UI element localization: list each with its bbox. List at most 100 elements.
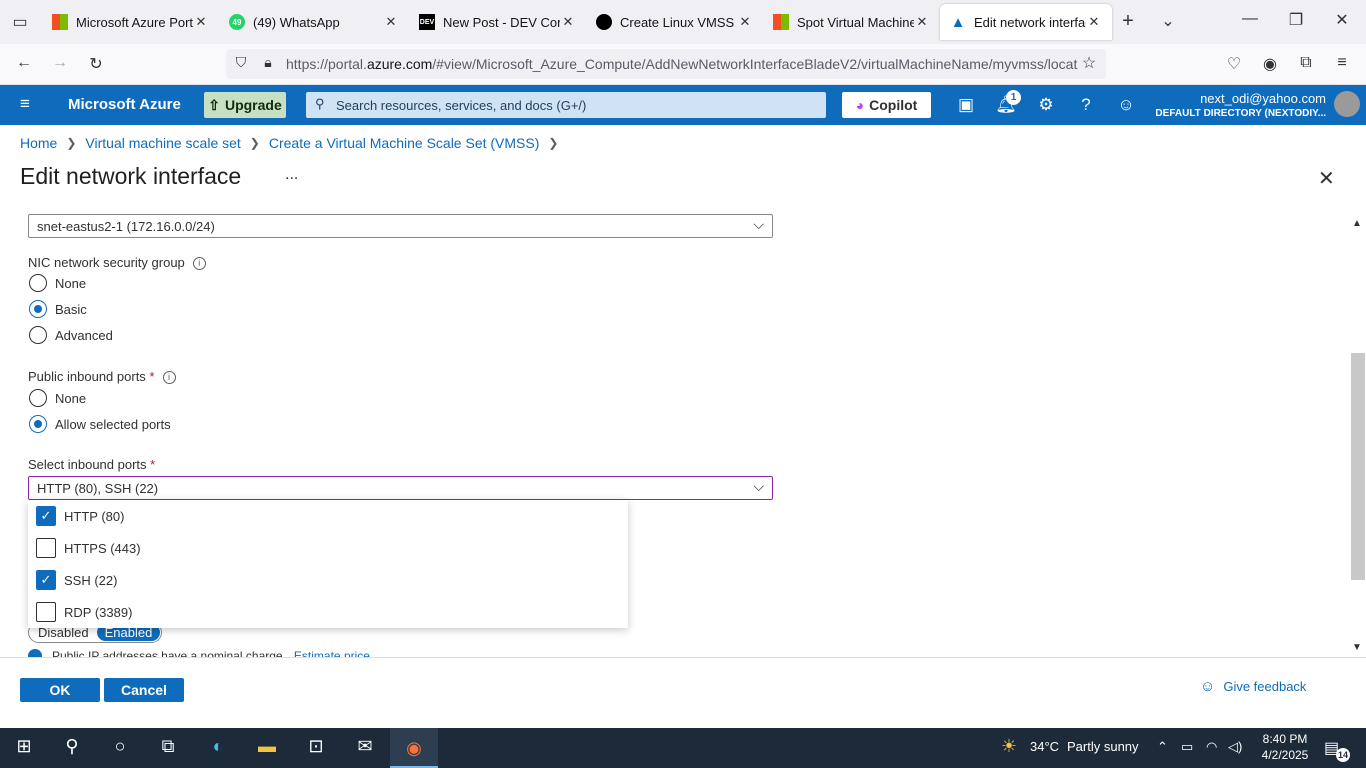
ok-button[interactable]: OK — [20, 678, 100, 702]
avatar[interactable] — [1334, 91, 1360, 117]
public-ports-option-none[interactable]: None — [29, 389, 86, 407]
taskbar-search-icon[interactable]: ⚲ — [60, 736, 84, 760]
tab-spot-vms[interactable]: Spot Virtual Machines ✕ — [763, 4, 940, 40]
bookmark-star-icon[interactable]: ☆ — [1077, 53, 1101, 73]
back-icon[interactable]: ← — [12, 54, 36, 72]
tab-whatsapp[interactable]: 49 (49) WhatsApp ✕ — [219, 4, 409, 40]
forward-icon[interactable]: → — [48, 54, 72, 72]
minimize-icon[interactable]: — — [1238, 10, 1262, 28]
edge-icon[interactable]: ◐ — [206, 736, 230, 760]
inbound-ports-dropdown[interactable]: HTTP (80), SSH (22) ⌵ — [28, 476, 773, 500]
scrollbar-thumb[interactable] — [1351, 353, 1365, 580]
upgrade-button[interactable]: ⇧ Upgrade — [204, 92, 286, 118]
close-icon[interactable]: ✕ — [193, 14, 209, 30]
radio-circle — [29, 389, 47, 407]
checkbox-checked-icon: ✓ — [36, 506, 56, 526]
breadcrumb-home[interactable]: Home — [20, 135, 57, 151]
breadcrumb-create-vmss[interactable]: Create a Virtual Machine Scale Set (VMSS… — [269, 135, 540, 151]
checkbox-icon — [36, 538, 56, 558]
info-icon[interactable]: i — [162, 371, 176, 385]
nsg-option-advanced[interactable]: Advanced — [29, 326, 113, 344]
user-account[interactable]: next_odi@yahoo.com DEFAULT DIRECTORY (NE… — [1155, 91, 1326, 119]
reload-icon[interactable]: ↻ — [84, 54, 108, 74]
volume-icon[interactable]: ◁) — [1228, 739, 1242, 755]
tray-chevron-up-icon[interactable]: ⌃ — [1157, 739, 1168, 755]
scroll-down-icon[interactable]: ▼ — [1352, 642, 1362, 653]
cloud-shell-icon[interactable]: ▣ — [955, 95, 977, 117]
scroll-up-icon[interactable]: ▲ — [1352, 218, 1362, 229]
close-icon[interactable]: ✕ — [560, 14, 576, 30]
shield-icon[interactable]: ⛉ — [229, 54, 253, 71]
dev-logo-icon: DEV — [419, 14, 435, 30]
give-feedback-link[interactable]: ☺ Give feedback — [1200, 678, 1306, 695]
breadcrumb-vmss[interactable]: Virtual machine scale set — [85, 135, 240, 151]
close-icon[interactable]: ✕ — [914, 14, 930, 30]
public-ports-option-allow[interactable]: Allow selected ports — [29, 415, 171, 433]
close-icon[interactable]: ✕ — [383, 14, 399, 30]
price-note: Public IP addresses have a nominal charg… — [28, 649, 370, 657]
menu-icon[interactable]: ≡ — [1330, 54, 1354, 72]
port-option-http[interactable]: ✓ HTTP (80) — [36, 506, 124, 526]
pocket-icon[interactable]: ♡ — [1222, 54, 1246, 74]
port-option-ssh[interactable]: ✓ SSH (22) — [36, 570, 117, 590]
close-icon[interactable]: ✕ — [1086, 14, 1102, 30]
breadcrumb: Home ❯ Virtual machine scale set ❯ Creat… — [20, 135, 567, 151]
notification-count-badge: 14 — [1336, 748, 1350, 762]
close-icon[interactable]: ✕ — [737, 14, 753, 30]
chevron-down-icon: ⌵ — [753, 478, 764, 494]
feedback-icon[interactable]: ☺ — [1115, 95, 1137, 117]
weather-temp[interactable]: 34°C — [1030, 739, 1059, 754]
weather-sun-icon[interactable]: ☀ — [997, 736, 1021, 760]
nsg-option-none[interactable]: None — [29, 274, 86, 292]
port-option-rdp[interactable]: RDP (3389) — [36, 602, 132, 622]
tab-azure-portal[interactable]: Microsoft Azure Portal ✕ — [42, 4, 219, 40]
feedback-person-icon: ☺ — [1200, 678, 1216, 695]
info-icon[interactable]: i — [192, 257, 206, 271]
new-tab-icon[interactable]: + — [1116, 10, 1140, 33]
tab-create-linux-vmss[interactable]: Create Linux VMSS ✕ — [586, 4, 763, 40]
windows-start-icon[interactable]: ⊞ — [12, 736, 36, 760]
search-input[interactable]: ⚲ Search resources, services, and docs (… — [306, 92, 826, 118]
tab-overview-icon[interactable]: ▭ — [8, 12, 32, 32]
extensions-icon[interactable]: ⧉ — [1294, 54, 1318, 72]
help-icon[interactable]: ? — [1075, 95, 1097, 117]
estimate-price-link[interactable]: Estimate price — [294, 649, 370, 657]
restore-icon[interactable]: ❐ — [1284, 10, 1308, 30]
close-blade-icon[interactable]: ✕ — [1318, 166, 1335, 191]
store-icon[interactable]: ⊡ — [304, 736, 328, 760]
task-view-icon[interactable]: ⧉ — [156, 736, 180, 760]
microsoft-logo-icon — [52, 14, 68, 30]
cancel-button[interactable]: Cancel — [104, 678, 184, 702]
copilot-button[interactable]: ◕ Copilot — [842, 92, 931, 118]
nsg-label: NIC network security group i — [28, 255, 206, 271]
battery-icon[interactable]: ▭ — [1181, 739, 1193, 755]
url-bar[interactable]: https://portal. azure.com/#view/Microsoft… — [226, 49, 1106, 79]
firefox-icon[interactable]: ◉ — [390, 728, 438, 768]
tab-edit-network-interface[interactable]: ▲ Edit network interface ✕ — [940, 4, 1112, 40]
subnet-dropdown[interactable]: snet-eastus2-1 (172.16.0.0/24) ⌵ — [28, 214, 773, 238]
content-scrollbar[interactable]: ▲ ▼ — [1350, 214, 1366, 657]
weather-desc[interactable]: Partly sunny — [1067, 739, 1139, 754]
chevron-down-icon: ⌵ — [753, 216, 764, 232]
lock-icon[interactable]: 🔒︎ — [256, 54, 280, 71]
microsoft-logo-icon — [773, 14, 789, 30]
more-options-button[interactable]: ... — [285, 166, 298, 184]
hamburger-menu-icon[interactable]: ≡ — [14, 94, 36, 116]
wifi-icon[interactable]: ◠ — [1206, 739, 1217, 755]
account-icon[interactable]: ◉ — [1258, 54, 1282, 74]
clock[interactable]: 8:40 PM 4/2/2025 — [1258, 732, 1312, 762]
settings-gear-icon[interactable]: ⚙ — [1035, 95, 1057, 117]
nsg-option-basic[interactable]: Basic — [29, 300, 87, 318]
select-ports-label: Select inbound ports * — [28, 457, 156, 472]
radio-circle — [29, 300, 47, 318]
file-explorer-icon[interactable]: ▬ — [255, 736, 279, 760]
form-content: snet-eastus2-1 (172.16.0.0/24) ⌵ NIC net… — [0, 214, 1350, 657]
list-tabs-icon[interactable]: ⌄ — [1156, 11, 1180, 31]
mail-icon[interactable]: ✉ — [353, 736, 377, 760]
tab-dev-post[interactable]: DEV New Post - DEV Comm ✕ — [409, 4, 586, 40]
port-option-https[interactable]: HTTPS (443) — [36, 538, 141, 558]
whatsapp-icon: 49 — [229, 14, 245, 30]
window-close-icon[interactable]: ✕ — [1330, 10, 1354, 30]
azure-brand[interactable]: Microsoft Azure — [68, 96, 181, 113]
cortana-icon[interactable]: ○ — [108, 736, 132, 760]
